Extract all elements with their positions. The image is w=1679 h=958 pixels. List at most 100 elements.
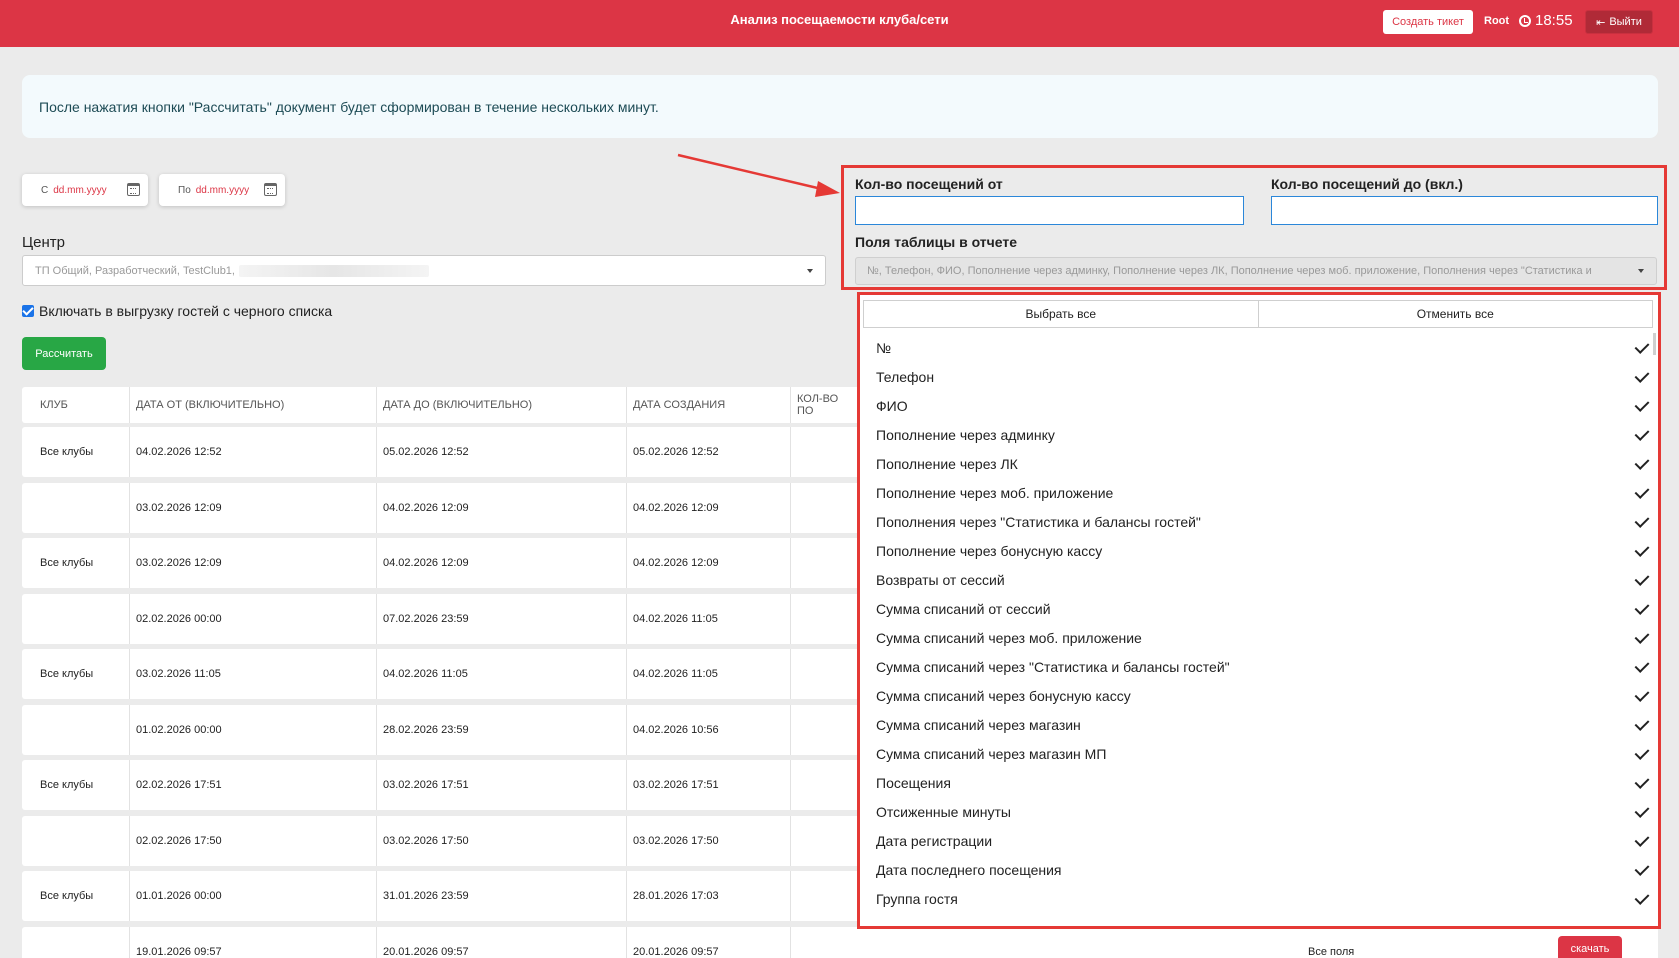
check-icon: [1634, 397, 1650, 412]
table-cell: 07.02.2026 23:59: [377, 593, 627, 644]
date-from-input[interactable]: dd.mm.yyyy: [53, 185, 106, 196]
create-ticket-button[interactable]: Создать тикет: [1383, 10, 1473, 34]
field-option[interactable]: Пополнение через админку: [860, 420, 1658, 449]
center-label: Центр: [22, 234, 65, 251]
field-option-label: Посещения: [876, 774, 951, 791]
calendar-icon[interactable]: [264, 183, 277, 196]
field-option[interactable]: Сумма списаний через магазин МП: [860, 739, 1658, 768]
column-header: ДАТА СОЗДАНИЯ: [627, 387, 791, 423]
check-icon: [1634, 629, 1650, 644]
visits-to-label: Кол-во посещений до (вкл.): [1271, 176, 1463, 192]
table-cell: 02.02.2026 17:51: [130, 760, 377, 810]
table-cell: 03.02.2026 12:09: [130, 482, 377, 533]
visits-from-input[interactable]: [855, 196, 1244, 225]
center-select[interactable]: ТП Общий, Разработческий, TestClub1,: [22, 255, 826, 286]
clock: 18:55: [1519, 12, 1573, 29]
field-option-label: Возвраты от сессий: [876, 571, 1005, 588]
check-icon: [1634, 571, 1650, 586]
calculate-button[interactable]: Рассчитать: [22, 337, 106, 370]
table-cell: [791, 927, 851, 958]
fields-options-list: № Телефон ФИО Пополнение через админку Попол…: [860, 333, 1658, 913]
field-option[interactable]: Сумма списаний через бонусную кассу: [860, 681, 1658, 710]
blacklist-label: Включать в выгрузку гостей с черного спи…: [39, 303, 333, 319]
field-option[interactable]: Пополнение через ЛК: [860, 449, 1658, 478]
clock-icon: [1519, 14, 1531, 27]
table-cell: [22, 815, 130, 866]
info-alert: После нажатия кнопки "Рассчитать" докуме…: [22, 75, 1658, 138]
field-option[interactable]: Группа гостя: [860, 884, 1658, 913]
download-button[interactable]: скачать: [1558, 936, 1622, 958]
field-option-label: Пополнение через ЛК: [876, 455, 1018, 472]
field-option-label: Отсиженные минуты: [876, 803, 1011, 820]
table-cell: [791, 538, 851, 588]
column-header: КОЛ-ВО ПО: [797, 393, 839, 417]
field-option[interactable]: Посещения: [860, 768, 1658, 797]
field-option[interactable]: №: [860, 333, 1658, 362]
visits-to-input[interactable]: [1271, 196, 1658, 225]
date-to-prefix: По: [178, 184, 191, 196]
field-option[interactable]: Сумма списаний от сессий: [860, 594, 1658, 623]
field-option[interactable]: Пополнение через моб. приложение: [860, 478, 1658, 507]
field-option[interactable]: ФИО: [860, 391, 1658, 420]
check-icon: [1634, 890, 1650, 905]
table-cell: 04.02.2026 11:05: [627, 649, 791, 699]
check-icon: [1634, 339, 1650, 354]
date-to-input[interactable]: dd.mm.yyyy: [196, 185, 249, 196]
field-option[interactable]: Дата регистрации: [860, 826, 1658, 855]
fields-select-value: №, Телефон, ФИО, Пополнение через админк…: [867, 265, 1592, 277]
table-cell: [22, 593, 130, 644]
top-bar: Анализ посещаемости клуба/сети Создать т…: [0, 0, 1679, 47]
select-all-button[interactable]: Выбрать все: [863, 300, 1259, 328]
field-option[interactable]: Сумма списаний через магазин: [860, 710, 1658, 739]
blacklist-checkbox-row[interactable]: Включать в выгрузку гостей с черного спи…: [22, 303, 332, 319]
field-option[interactable]: Возвраты от сессий: [860, 565, 1658, 594]
table-cell: 28.02.2026 23:59: [377, 704, 627, 755]
date-from-prefix: С: [41, 184, 49, 196]
check-icon: [1634, 484, 1650, 499]
blacklist-checkbox[interactable]: [22, 305, 34, 317]
dropdown-scrollbar[interactable]: [1653, 333, 1656, 355]
field-option[interactable]: Отсиженные минуты: [860, 797, 1658, 826]
table-cell: 04.02.2026 10:56: [627, 704, 791, 755]
check-icon: [1634, 745, 1650, 760]
chevron-down-icon: [1638, 269, 1644, 273]
table-cell: [22, 926, 130, 958]
table-cell: 04.02.2026 12:52: [130, 427, 377, 477]
field-option-label: Сумма списаний через магазин МП: [876, 745, 1107, 762]
field-option[interactable]: Сумма списаний через "Статистика и балан…: [860, 652, 1658, 681]
check-icon: [1634, 774, 1650, 789]
field-option-label: Сумма списаний через "Статистика и балан…: [876, 658, 1230, 675]
check-icon: [1634, 658, 1650, 673]
table-cell: Все клубы: [22, 538, 130, 588]
check-icon: [1634, 716, 1650, 731]
field-option[interactable]: Пополнения через "Статистика и балансы г…: [860, 507, 1658, 536]
field-option-label: Группа гостя: [876, 890, 958, 907]
visits-from-label: Кол-во посещений от: [855, 176, 1003, 192]
deselect-all-button[interactable]: Отменить все: [1258, 300, 1653, 328]
logout-icon: ⇤: [1596, 16, 1606, 29]
table-cell: Все клубы: [22, 760, 130, 810]
calendar-icon[interactable]: [127, 183, 140, 196]
field-option[interactable]: Телефон: [860, 362, 1658, 391]
fields-select[interactable]: №, Телефон, ФИО, Пополнение через админк…: [855, 257, 1657, 285]
logout-button[interactable]: ⇤ Выйти: [1585, 10, 1653, 34]
chevron-down-icon: [807, 269, 813, 273]
table-cell: 04.02.2026 12:09: [627, 482, 791, 533]
table-cell: [791, 594, 851, 644]
clock-time: 18:55: [1535, 12, 1573, 29]
table-cell: 04.02.2026 11:05: [377, 649, 627, 699]
table-cell: 04.02.2026 12:09: [627, 538, 791, 588]
user-name[interactable]: Root: [1484, 15, 1509, 27]
field-option[interactable]: Дата последнего посещения: [860, 855, 1658, 884]
column-header: КЛУБ: [22, 387, 130, 423]
date-to-picker[interactable]: По dd.mm.yyyy: [159, 174, 285, 206]
field-option-label: Сумма списаний от сессий: [876, 600, 1051, 617]
date-from-picker[interactable]: С dd.mm.yyyy: [22, 174, 148, 206]
field-option[interactable]: Сумма списаний через моб. приложение: [860, 623, 1658, 652]
table-cell: 05.02.2026 12:52: [627, 427, 791, 477]
table-cell: 28.01.2026 17:03: [627, 871, 791, 921]
field-option[interactable]: Пополнение через бонусную кассу: [860, 536, 1658, 565]
table-cell: 19.01.2026 09:57: [130, 926, 377, 958]
table-cell: [22, 704, 130, 755]
check-icon: [1634, 861, 1650, 876]
